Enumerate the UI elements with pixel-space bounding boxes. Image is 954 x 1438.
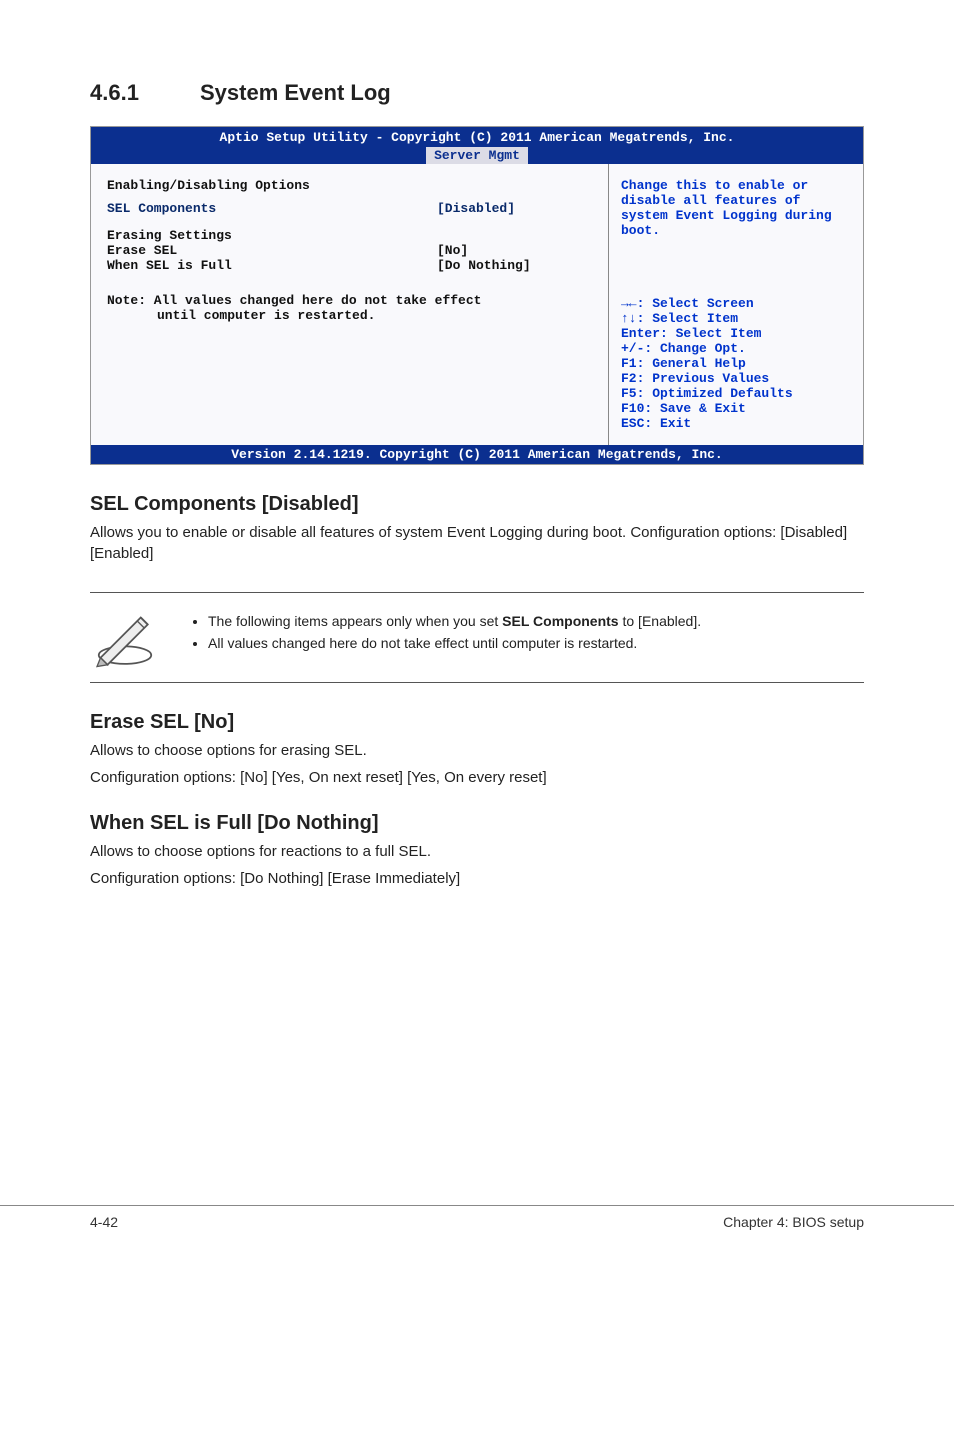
bios-erase-sel-value: [No] — [437, 243, 468, 258]
bios-nav-select-screen: →←: Select Screen — [621, 296, 851, 311]
bios-left-pane: Enabling/Disabling Options SEL Component… — [91, 164, 608, 445]
bios-when-full-label: When SEL is Full — [107, 258, 437, 273]
bios-note-line1: Note: All values changed here do not tak… — [107, 293, 592, 308]
bios-title-line: Aptio Setup Utility - Copyright (C) 2011… — [91, 130, 863, 145]
bios-when-full-value: [Do Nothing] — [437, 258, 531, 273]
bios-right-pane: Change this to enable or disable all fea… — [608, 164, 863, 445]
bios-note-line2: until computer is restarted. — [107, 308, 592, 323]
bios-nav-f1: F1: General Help — [621, 356, 851, 371]
bios-nav-select-item: ↑↓: Select Item — [621, 311, 851, 326]
bios-sel-components-label: SEL Components — [107, 201, 437, 216]
sel-components-heading: SEL Components [Disabled] — [90, 493, 864, 516]
bios-screenshot: Aptio Setup Utility - Copyright (C) 2011… — [90, 126, 864, 465]
section-number: 4.6.1 — [90, 80, 200, 106]
bios-nav-enter: Enter: Select Item — [621, 326, 851, 341]
note-box: The following items appears only when yo… — [90, 592, 864, 683]
page-number: 4-42 — [90, 1214, 118, 1230]
bios-erasing-heading: Erasing Settings — [107, 228, 592, 243]
pencil-icon — [90, 607, 160, 668]
bios-tab-server-mgmt: Server Mgmt — [426, 147, 528, 164]
bios-erase-sel-label: Erase SEL — [107, 243, 437, 258]
bios-nav-f2: F2: Previous Values — [621, 371, 851, 386]
bios-nav-f10: F10: Save & Exit — [621, 401, 851, 416]
sel-components-desc: Allows you to enable or disable all feat… — [90, 522, 864, 564]
when-sel-full-desc: Allows to choose options for reactions t… — [90, 841, 864, 862]
section-heading: 4.6.1System Event Log — [90, 80, 864, 106]
when-sel-full-options: Configuration options: [Do Nothing] [Era… — [90, 868, 864, 889]
bios-sel-components-value: [Disabled] — [437, 201, 515, 216]
bios-body: Enabling/Disabling Options SEL Component… — [91, 164, 863, 445]
erase-sel-heading: Erase SEL [No] — [90, 711, 864, 734]
when-sel-full-heading: When SEL is Full [Do Nothing] — [90, 812, 864, 835]
page-footer: 4-42 Chapter 4: BIOS setup — [0, 1205, 954, 1270]
note-item-1: The following items appears only when yo… — [208, 613, 701, 629]
bios-nav-f5: F5: Optimized Defaults — [621, 386, 851, 401]
bios-enabling-heading: Enabling/Disabling Options — [107, 178, 592, 193]
bios-nav-esc: ESC: Exit — [621, 416, 851, 431]
bios-nav-change-opt: +/-: Change Opt. — [621, 341, 851, 356]
chapter-label: Chapter 4: BIOS setup — [723, 1214, 864, 1230]
bios-footer: Version 2.14.1219. Copyright (C) 2011 Am… — [91, 445, 863, 464]
erase-sel-options: Configuration options: [No] [Yes, On nex… — [90, 767, 864, 788]
note-list: The following items appears only when yo… — [190, 607, 701, 657]
bios-header: Aptio Setup Utility - Copyright (C) 2011… — [91, 127, 863, 164]
bios-help-text: Change this to enable or disable all fea… — [621, 178, 851, 238]
erase-sel-desc: Allows to choose options for erasing SEL… — [90, 740, 864, 761]
section-title-text: System Event Log — [200, 80, 391, 105]
note-item-2: All values changed here do not take effe… — [208, 635, 701, 651]
